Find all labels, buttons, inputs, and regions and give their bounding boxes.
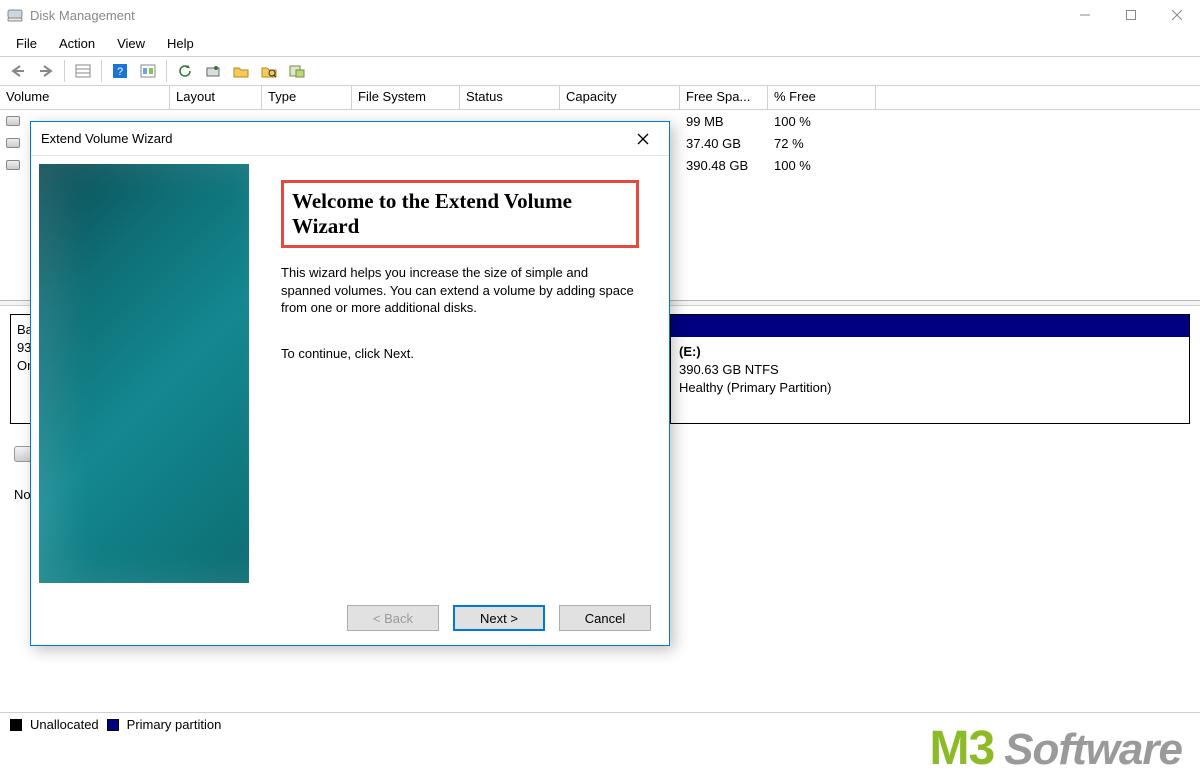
menu-help[interactable]: Help	[157, 33, 204, 54]
partition-label: (E:)	[679, 344, 701, 359]
cell-freespace: 99 MB	[680, 114, 768, 129]
watermark: M3 Software	[929, 721, 1182, 776]
wizard-heading: Welcome to the Extend Volume Wizard	[281, 180, 639, 248]
cancel-button[interactable]: Cancel	[559, 605, 651, 631]
legend-swatch-unallocated	[10, 719, 22, 731]
search-folder-icon[interactable]	[257, 59, 281, 83]
back-icon[interactable]	[6, 59, 30, 83]
menu-file[interactable]: File	[6, 33, 47, 54]
col-status[interactable]: Status	[460, 86, 560, 109]
col-filesystem[interactable]: File System	[352, 86, 460, 109]
wizard-banner	[39, 164, 249, 583]
titlebar: Disk Management	[0, 0, 1200, 30]
window-title: Disk Management	[30, 8, 1062, 23]
next-button[interactable]: Next >	[453, 605, 545, 631]
view-graphical-icon[interactable]	[136, 59, 160, 83]
disk-label-text: No	[14, 487, 31, 502]
cell-freespace: 37.40 GB	[680, 136, 768, 151]
menu-bar: File Action View Help	[0, 30, 1200, 56]
refresh-icon[interactable]	[173, 59, 197, 83]
settings-disks-icon[interactable]	[285, 59, 309, 83]
col-type[interactable]: Type	[262, 86, 352, 109]
view-list-icon[interactable]	[71, 59, 95, 83]
extend-volume-wizard: Extend Volume Wizard Welcome to the Exte…	[30, 121, 670, 646]
app-icon	[6, 6, 24, 24]
cell-freespace: 390.48 GB	[680, 158, 768, 173]
open-folder-icon[interactable]	[229, 59, 253, 83]
col-pctfree[interactable]: % Free	[768, 86, 876, 109]
cell-pctfree: 100 %	[768, 114, 876, 129]
back-button: < Back	[347, 605, 439, 631]
close-icon[interactable]	[627, 127, 659, 151]
volume-icon	[6, 138, 20, 148]
column-headers: Volume Layout Type File System Status Ca…	[0, 86, 1200, 110]
rescan-icon[interactable]	[201, 59, 225, 83]
dialog-title: Extend Volume Wizard	[41, 131, 627, 146]
partition-e[interactable]: (E:) 390.63 GB NTFS Healthy (Primary Par…	[671, 315, 1189, 423]
legend-swatch-primary	[107, 719, 119, 731]
volume-icon	[6, 116, 20, 126]
menu-action[interactable]: Action	[49, 33, 105, 54]
wizard-description: This wizard helps you increase the size …	[281, 264, 639, 317]
partition-health: Healthy (Primary Partition)	[679, 379, 1181, 397]
col-freespace[interactable]: Free Spa...	[680, 86, 768, 109]
col-volume[interactable]: Volume	[0, 86, 170, 109]
minimize-button[interactable]	[1062, 0, 1108, 30]
window-close-button[interactable]	[1154, 0, 1200, 30]
wizard-instruction: To continue, click Next.	[281, 345, 639, 363]
toolbar: ?	[0, 56, 1200, 86]
legend-unallocated: Unallocated	[30, 717, 99, 732]
col-capacity[interactable]: Capacity	[560, 86, 680, 109]
maximize-button[interactable]	[1108, 0, 1154, 30]
menu-view[interactable]: View	[107, 33, 155, 54]
svg-text:?: ?	[117, 66, 123, 78]
partition-size: 390.63 GB NTFS	[679, 361, 1181, 379]
volume-icon	[6, 160, 20, 170]
help-icon[interactable]: ?	[108, 59, 132, 83]
legend-primary: Primary partition	[127, 717, 222, 732]
forward-icon[interactable]	[34, 59, 58, 83]
cell-pctfree: 100 %	[768, 158, 876, 173]
cell-pctfree: 72 %	[768, 136, 876, 151]
col-layout[interactable]: Layout	[170, 86, 262, 109]
